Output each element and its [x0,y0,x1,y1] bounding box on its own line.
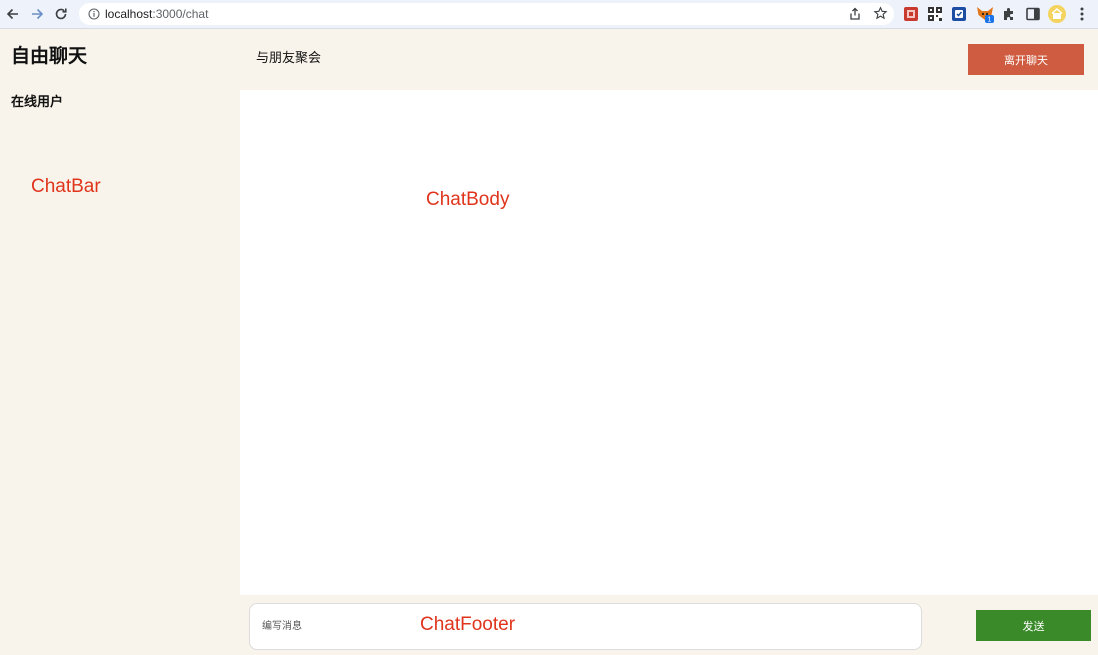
chatbar-annotation: ChatBar [31,176,101,197]
arrow-right-icon [32,8,44,20]
reload-button[interactable] [52,5,70,23]
leave-chat-button[interactable]: 离开聊天 [968,44,1084,75]
side-panel-icon[interactable] [1025,6,1041,22]
red-extension-icon[interactable] [903,6,919,22]
message-form: ChatFooter 发送 [240,595,1098,655]
blue-extension-icon[interactable] [951,6,967,22]
message-input[interactable] [249,603,922,650]
reload-icon [55,8,67,20]
chat-footer: ChatFooter 发送 [240,595,1098,655]
online-users-heading: 在线用户 [11,95,64,110]
back-button[interactable] [4,5,22,23]
url-host: localhost [105,7,153,21]
chat-app: 自由聊天 在线用户 ChatBar 与朋友聚会 离开聊天 ChatBody Ch… [0,29,1098,655]
url-path: :3000/chat [152,7,209,21]
avatar[interactable] [1047,4,1067,24]
forward-button[interactable] [28,5,46,23]
chat-body: ChatBody [240,90,1098,595]
star-icon[interactable] [873,6,888,21]
chat-subtitle: 与朋友聚会 [256,51,322,66]
address-bar[interactable]: localhost:3000/chat [79,3,894,25]
kebab-menu-icon[interactable] [1074,6,1090,22]
extension-badge: 1 [988,17,992,24]
qr-code-icon[interactable] [927,6,943,22]
info-circle-icon[interactable] [88,8,100,20]
puzzle-icon[interactable] [1001,6,1017,22]
chatfooter-annotation: ChatFooter [420,614,516,635]
chatbody-annotation: ChatBody [426,189,510,210]
app-title: 自由聊天 [11,45,88,67]
fox-extension-icon[interactable]: 1 [975,4,995,24]
browser-toolbar: localhost:3000/chat 1 [0,0,1098,29]
chat-sidebar: 自由聊天 在线用户 ChatBar [0,29,240,655]
share-icon[interactable] [848,7,862,21]
send-button[interactable]: 发送 [976,610,1091,641]
arrow-left-icon [6,8,18,20]
chat-header: 与朋友聚会 离开聊天 [240,29,1098,90]
url-text: localhost:3000/chat [105,7,208,21]
